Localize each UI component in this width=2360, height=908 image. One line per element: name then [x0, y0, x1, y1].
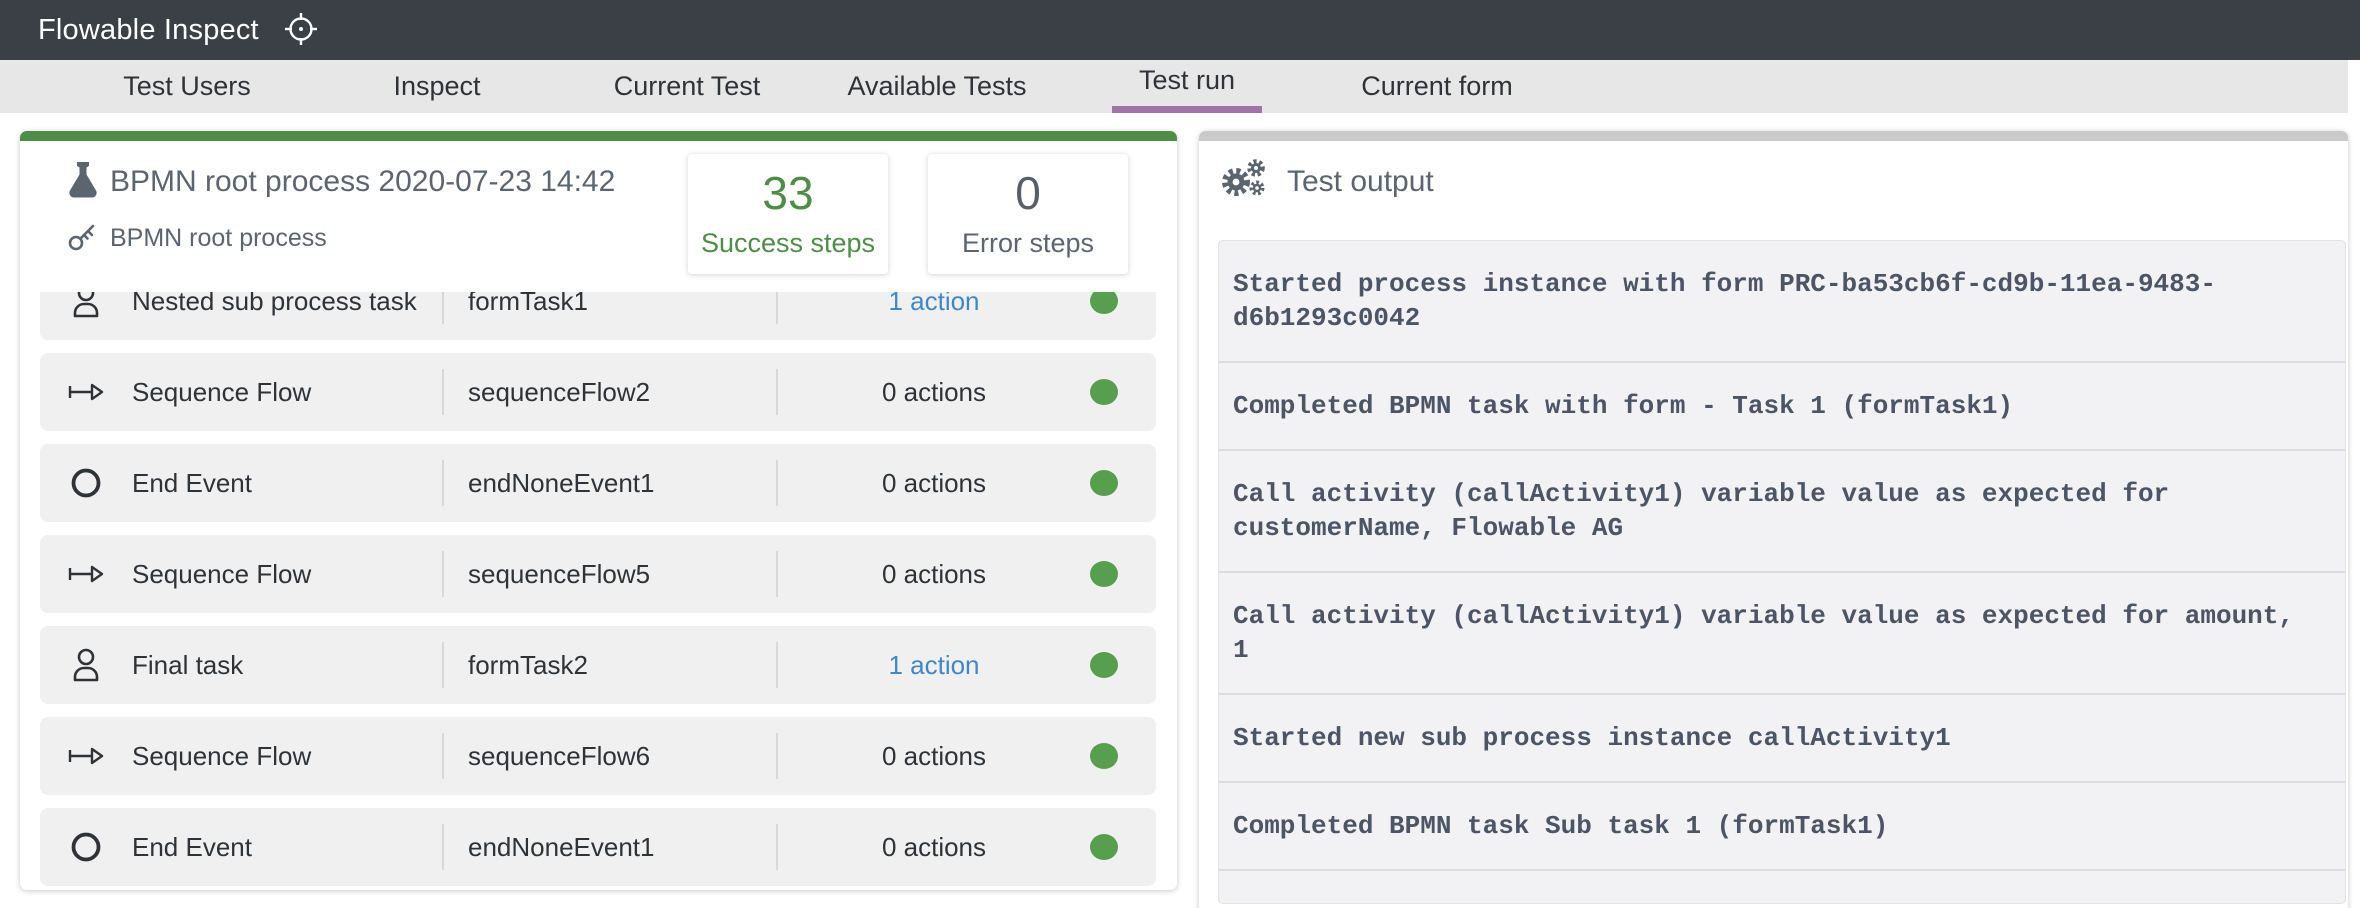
step-type-icon: [40, 828, 132, 866]
step-name: endNoneEvent1: [444, 832, 776, 863]
sequence-flow-arrow-icon: [66, 737, 106, 775]
status-dot: [1090, 834, 1118, 860]
tab[interactable]: Test Users: [62, 60, 312, 113]
main-tabbar: Test Users Inspect Current Test Availabl…: [0, 60, 2348, 113]
log-entry: Started process instance with form PRC-b…: [1219, 241, 2345, 363]
status-dot: [1090, 379, 1118, 405]
step-actions-link[interactable]: 1 action: [778, 650, 1090, 681]
tab[interactable]: Current form: [1312, 60, 1562, 113]
step-actions-link[interactable]: 0 actions: [778, 377, 1090, 408]
sequence-flow-arrow-icon: [66, 373, 106, 411]
step-label: Sequence Flow: [132, 559, 442, 590]
tab-label: Inspect: [393, 71, 480, 102]
log-entry: Completed BPMN task with form - Task 1 (…: [1219, 363, 2345, 451]
step-actions-link[interactable]: 0 actions: [778, 468, 1090, 499]
tab[interactable]: Current Test: [562, 60, 812, 113]
test-output-header: Test output: [1219, 159, 1434, 204]
tab[interactable]: Test run: [1062, 60, 1312, 113]
process-step-row[interactable]: End Event endNoneEvent1 0 actions: [40, 808, 1156, 886]
status-dot: [1090, 743, 1118, 769]
process-step-row[interactable]: Sequence Flow sequenceFlow5 0 actions: [40, 535, 1156, 613]
success-steps-counter: 33 Success steps: [688, 154, 888, 274]
process-step-list: Nested sub process task formTask1 1 acti…: [40, 262, 1156, 890]
step-name: sequenceFlow6: [444, 741, 776, 772]
process-step-row[interactable]: Sequence Flow sequenceFlow6 0 actions: [40, 717, 1156, 795]
step-type-icon: [40, 373, 132, 411]
step-label: End Event: [132, 468, 442, 499]
step-actions-link[interactable]: 0 actions: [778, 832, 1090, 863]
status-dot-cell: [1090, 834, 1156, 860]
tab[interactable]: Inspect: [312, 60, 562, 113]
end-event-circle-icon: [68, 828, 104, 866]
status-dot-cell: [1090, 652, 1156, 678]
sequence-flow-arrow-icon: [66, 555, 106, 593]
success-steps-label: Success steps: [688, 228, 888, 259]
step-name: endNoneEvent1: [444, 468, 776, 499]
step-type-icon: [40, 555, 132, 593]
step-type-icon: [40, 737, 132, 775]
step-label: Sequence Flow: [132, 741, 442, 772]
tab-label: Available Tests: [847, 71, 1026, 102]
step-actions-link[interactable]: 0 actions: [778, 741, 1090, 772]
tab-label: Test Users: [123, 71, 251, 102]
test-output-console[interactable]: Started process instance with form PRC-b…: [1218, 240, 2346, 904]
end-event-circle-icon: [68, 464, 104, 502]
status-dot-cell: [1090, 561, 1156, 587]
log-entry: Call activity (callActivity1) variable v…: [1219, 451, 2345, 573]
step-label: Sequence Flow: [132, 377, 442, 408]
test-output-panel: Test output Started process instance wit…: [1199, 131, 2348, 908]
tab[interactable]: Available Tests: [812, 60, 1062, 113]
log-entry: Completed BPMN task Sub task 1 (formTask…: [1219, 783, 2345, 871]
step-name: sequenceFlow5: [444, 559, 776, 590]
test-run-header: BPMN root process 2020-07-23 14:42 BPMN …: [20, 141, 1177, 292]
step-actions-link[interactable]: 0 actions: [778, 559, 1090, 590]
tab-label: Test run: [1139, 65, 1235, 96]
user-icon: [68, 646, 104, 684]
status-dot: [1090, 561, 1118, 587]
app-title: Flowable Inspect: [38, 14, 259, 47]
tab-label: Current form: [1361, 71, 1513, 102]
step-name: sequenceFlow2: [444, 377, 776, 408]
process-name: BPMN root process: [110, 224, 327, 253]
cogs-icon: [1219, 159, 1271, 204]
crosshair-icon[interactable]: [281, 9, 321, 54]
test-run-title: BPMN root process 2020-07-23 14:42: [110, 165, 615, 199]
status-dot-cell: [1090, 379, 1156, 405]
flask-icon: [64, 159, 102, 208]
error-steps-counter: 0 Error steps: [928, 154, 1128, 274]
status-dot: [1090, 470, 1118, 496]
status-dot-cell: [1090, 470, 1156, 496]
step-type-icon: [40, 646, 132, 684]
step-name: formTask2: [444, 650, 776, 681]
status-dot-cell: [1090, 743, 1156, 769]
step-label: Final task: [132, 650, 442, 681]
key-icon: [66, 221, 98, 258]
error-steps-label: Error steps: [928, 228, 1128, 259]
error-steps-value: 0: [928, 166, 1128, 220]
process-step-row[interactable]: Sequence Flow sequenceFlow2 0 actions: [40, 353, 1156, 431]
success-steps-value: 33: [688, 166, 888, 220]
app-header: Flowable Inspect: [0, 0, 2360, 60]
process-step-row[interactable]: Final task formTask2 1 action: [40, 626, 1156, 704]
step-label: End Event: [132, 832, 442, 863]
tab-label: Current Test: [614, 71, 761, 102]
status-dot: [1090, 652, 1118, 678]
log-entry: Call activity (callActivity1) variable v…: [1219, 573, 2345, 695]
flowable-inspect-window: Flowable Inspect Test Users Inspect Curr: [0, 0, 2360, 908]
test-output-title: Test output: [1287, 165, 1434, 199]
step-type-icon: [40, 464, 132, 502]
log-entry: Started new sub process instance callAct…: [1219, 695, 2345, 783]
process-step-row[interactable]: End Event endNoneEvent1 0 actions: [40, 444, 1156, 522]
test-run-panel: Nested sub process task formTask1 1 acti…: [20, 131, 1177, 890]
